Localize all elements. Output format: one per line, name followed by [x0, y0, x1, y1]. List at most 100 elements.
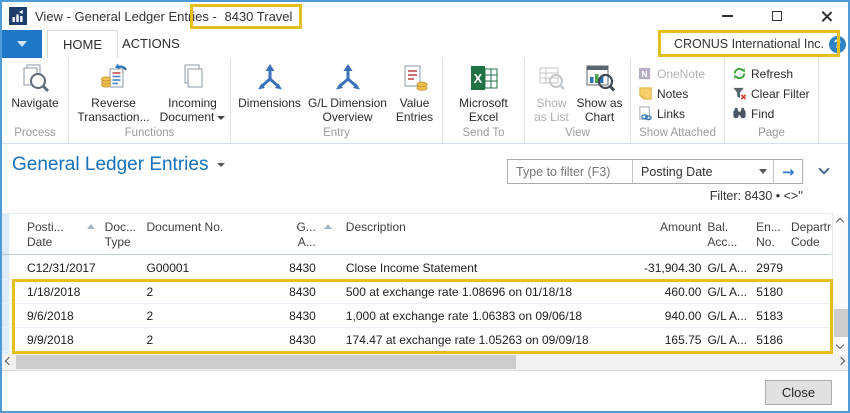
cell-document-no[interactable]: 2: [147, 309, 262, 323]
notes-button[interactable]: Notes: [638, 85, 688, 102]
scroll-left-icon[interactable]: [5, 357, 13, 365]
cell-bal-account[interactable]: G/L A...: [707, 333, 751, 347]
cell-document-no[interactable]: 2: [147, 333, 262, 347]
cell-bal-account[interactable]: G/L A...: [707, 285, 751, 299]
refresh-button[interactable]: Refresh: [732, 65, 793, 82]
vertical-scrollbar[interactable]: [832, 213, 848, 354]
cell-posting-date[interactable]: 9/9/2018: [27, 333, 105, 347]
ribbon-tab-row: HOME ACTIONS CRONUS International Inc. ?: [2, 30, 848, 58]
table-row[interactable]: C12/31/2017 G00001 8430 Close Income Sta…: [2, 256, 831, 280]
cell-description[interactable]: Close Income Statement: [316, 261, 615, 275]
cell-description[interactable]: 500 at exchange rate 1.08696 on 01/18/18: [316, 285, 615, 299]
column-header-bal-account[interactable]: Bal.Acc...: [707, 220, 751, 254]
sort-ascending-icon: [87, 224, 95, 229]
dimensions-label: Dimensions: [236, 96, 304, 110]
cell-entry-no[interactable]: 5183: [756, 309, 791, 323]
sort-ascending-icon: [324, 224, 332, 229]
cell-amount[interactable]: 940.00: [615, 309, 702, 323]
cell-posting-date[interactable]: 9/6/2018: [27, 309, 105, 323]
group-label-functions: Functions: [69, 127, 230, 143]
minimize-button[interactable]: [716, 7, 738, 25]
incoming-document-button[interactable]: Incoming Document: [157, 60, 229, 124]
clear-filter-button[interactable]: Clear Filter: [732, 85, 810, 102]
close-window-button[interactable]: [816, 7, 838, 25]
find-icon: [732, 106, 747, 121]
cell-entry-no[interactable]: 5186: [756, 333, 791, 347]
cell-amount[interactable]: 460.00: [615, 285, 702, 299]
svg-text:X: X: [473, 71, 482, 86]
dimensions-button[interactable]: Dimensions: [236, 60, 304, 110]
excel-icon: X: [468, 62, 500, 94]
column-header-department-code[interactable]: DepartrCode: [791, 220, 831, 254]
cell-description[interactable]: 1,000 at exchange rate 1.06383 on 09/06/…: [316, 309, 615, 323]
cell-entry-no[interactable]: 5180: [756, 285, 791, 299]
cell-document-no[interactable]: 2: [147, 285, 262, 299]
cell-gl-account[interactable]: 8430: [261, 285, 316, 299]
scroll-right-icon[interactable]: [837, 357, 845, 365]
cell-posting-date[interactable]: 1/18/2018: [27, 285, 105, 299]
table-row[interactable]: 1/18/2018 2 8430 500 at exchange rate 1.…: [2, 280, 831, 304]
tab-actions[interactable]: ACTIONS: [107, 30, 195, 58]
value-entries-label: Value Entries: [392, 96, 438, 124]
apply-filter-button[interactable]: →: [774, 160, 802, 183]
column-header-amount[interactable]: Amount: [615, 220, 702, 254]
clear-filter-icon: [732, 86, 747, 101]
window-title: View - General Ledger Entries - 8430 Tra…: [35, 9, 292, 24]
show-as-list-label: Show as List: [530, 96, 574, 124]
links-button[interactable]: Links: [638, 105, 685, 122]
horizontal-scrollbar-thumb[interactable]: [16, 355, 516, 369]
cell-bal-account[interactable]: G/L A...: [707, 261, 751, 275]
refresh-icon: [732, 66, 747, 81]
scroll-down-icon[interactable]: [836, 341, 844, 349]
cell-gl-account[interactable]: 8430: [261, 309, 316, 323]
cell-gl-account[interactable]: 8430: [261, 333, 316, 347]
scroll-up-icon[interactable]: [836, 218, 844, 226]
cell-amount[interactable]: -31,904.30: [615, 261, 702, 275]
gl-dimension-overview-button[interactable]: G/L Dimension Overview: [304, 60, 392, 124]
maximize-button[interactable]: [766, 7, 788, 25]
column-header-gl-account[interactable]: G...A...: [261, 220, 316, 254]
navigate-label: Navigate: [7, 96, 63, 110]
help-icon[interactable]: ?: [829, 36, 846, 53]
chevron-down-icon: [17, 41, 27, 47]
filter-column-dropdown[interactable]: Posting Date: [633, 160, 773, 183]
ribbon-group-view: Show as List Show as Chart View: [525, 58, 631, 143]
filter-input[interactable]: [508, 160, 632, 183]
table-row[interactable]: 9/6/2018 2 8430 1,000 at exchange rate 1…: [2, 304, 831, 328]
filter-info-text: Filter: 8430 • <>'': [710, 189, 803, 203]
cell-entry-no[interactable]: 2979: [756, 261, 791, 275]
svg-text:N: N: [642, 69, 648, 79]
cell-posting-date[interactable]: C12/31/2017: [27, 261, 105, 275]
reverse-transaction-button[interactable]: Reverse Transaction...: [71, 60, 157, 124]
value-entries-icon: [399, 62, 431, 94]
ribbon-group-page: Refresh Clear Filter: [725, 58, 819, 143]
show-as-chart-button[interactable]: Show as Chart: [574, 60, 626, 124]
find-label: Find: [751, 107, 774, 121]
cell-description[interactable]: 174.47 at exchange rate 1.05263 on 09/09…: [316, 333, 615, 347]
footer: Close: [2, 370, 848, 411]
microsoft-excel-button[interactable]: X Microsoft Excel: [455, 60, 513, 124]
page-title[interactable]: General Ledger Entries: [12, 154, 225, 176]
cell-amount[interactable]: 165.75: [615, 333, 702, 347]
find-button[interactable]: Find: [732, 105, 774, 122]
cell-gl-account[interactable]: 8430: [261, 261, 316, 275]
horizontal-scrollbar[interactable]: [2, 354, 848, 370]
table-row[interactable]: 9/9/2018 2 8430 174.47 at exchange rate …: [2, 328, 831, 352]
onenote-button: N OneNote: [638, 65, 705, 82]
column-header-document-no[interactable]: Document No.: [147, 220, 262, 254]
cell-bal-account[interactable]: G/L A...: [707, 309, 751, 323]
close-button[interactable]: Close: [765, 380, 832, 405]
value-entries-button[interactable]: Value Entries: [392, 60, 438, 124]
navigate-button[interactable]: Navigate: [7, 60, 63, 110]
group-label-process: Process: [2, 127, 68, 143]
filter-box: Posting Date →: [507, 159, 803, 184]
column-header-entry-no[interactable]: En...No.: [756, 220, 791, 254]
cell-document-no[interactable]: G00001: [147, 261, 262, 275]
column-header-document-type[interactable]: Doc...Type: [105, 220, 147, 254]
ribbon-spacer: [819, 58, 848, 143]
chevron-down-icon: [759, 169, 767, 174]
application-menu-button[interactable]: [2, 30, 42, 58]
column-header-description[interactable]: Description: [316, 220, 615, 254]
vertical-scrollbar-thumb[interactable]: [834, 309, 848, 337]
collapse-filter-pane-chevron[interactable]: [818, 163, 829, 174]
